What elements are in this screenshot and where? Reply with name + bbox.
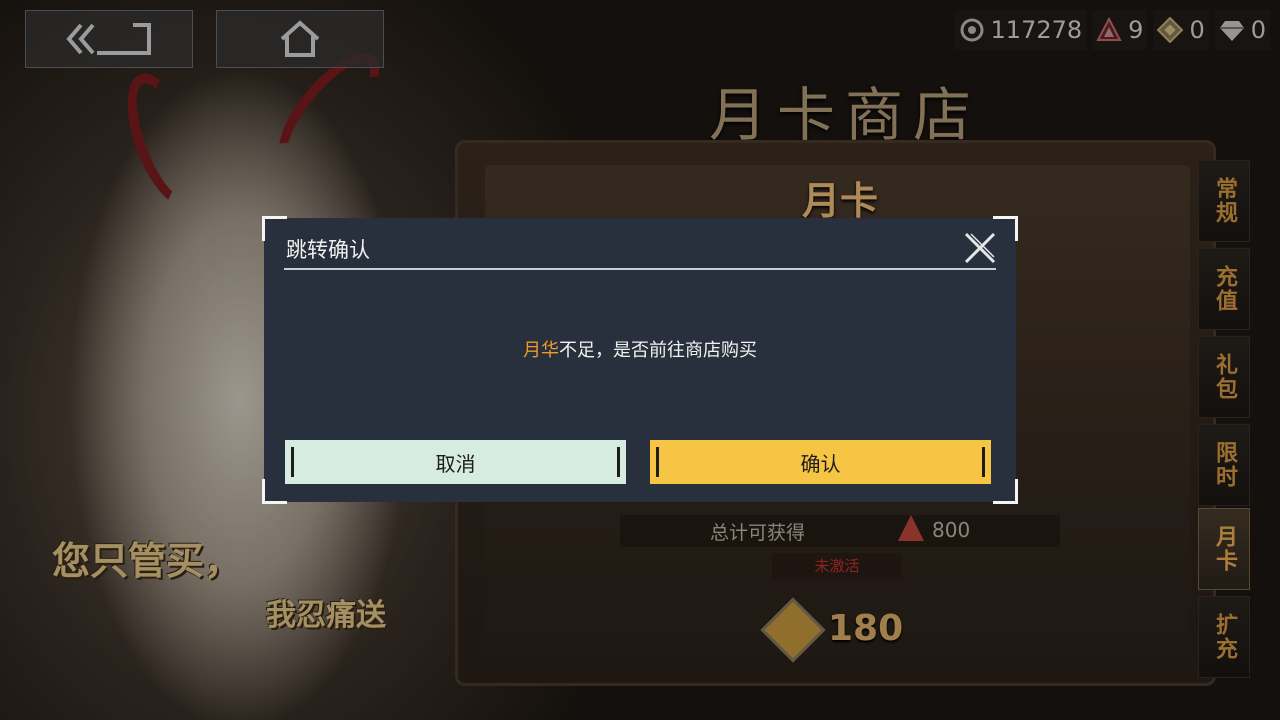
message-text: 不足，是否前往商店购买 [559,340,757,361]
confirm-dialog: 跳转确认 月华不足，是否前往商店购买 取消 确认 [262,216,1018,504]
confirm-button[interactable]: 确认 [650,440,991,484]
dialog-corner [262,216,287,241]
message-highlight: 月华 [523,340,559,361]
close-icon [964,232,996,264]
dialog-divider [284,268,996,270]
close-button[interactable] [962,230,998,266]
confirm-button-label: 确认 [800,451,841,476]
cancel-button-label: 取消 [435,451,476,476]
dialog-corner [993,479,1018,504]
dialog-corner [262,479,287,504]
dialog-message: 月华不足，是否前往商店购买 [264,336,1016,362]
cancel-button[interactable]: 取消 [285,440,626,484]
dialog-title: 跳转确认 [286,238,370,262]
